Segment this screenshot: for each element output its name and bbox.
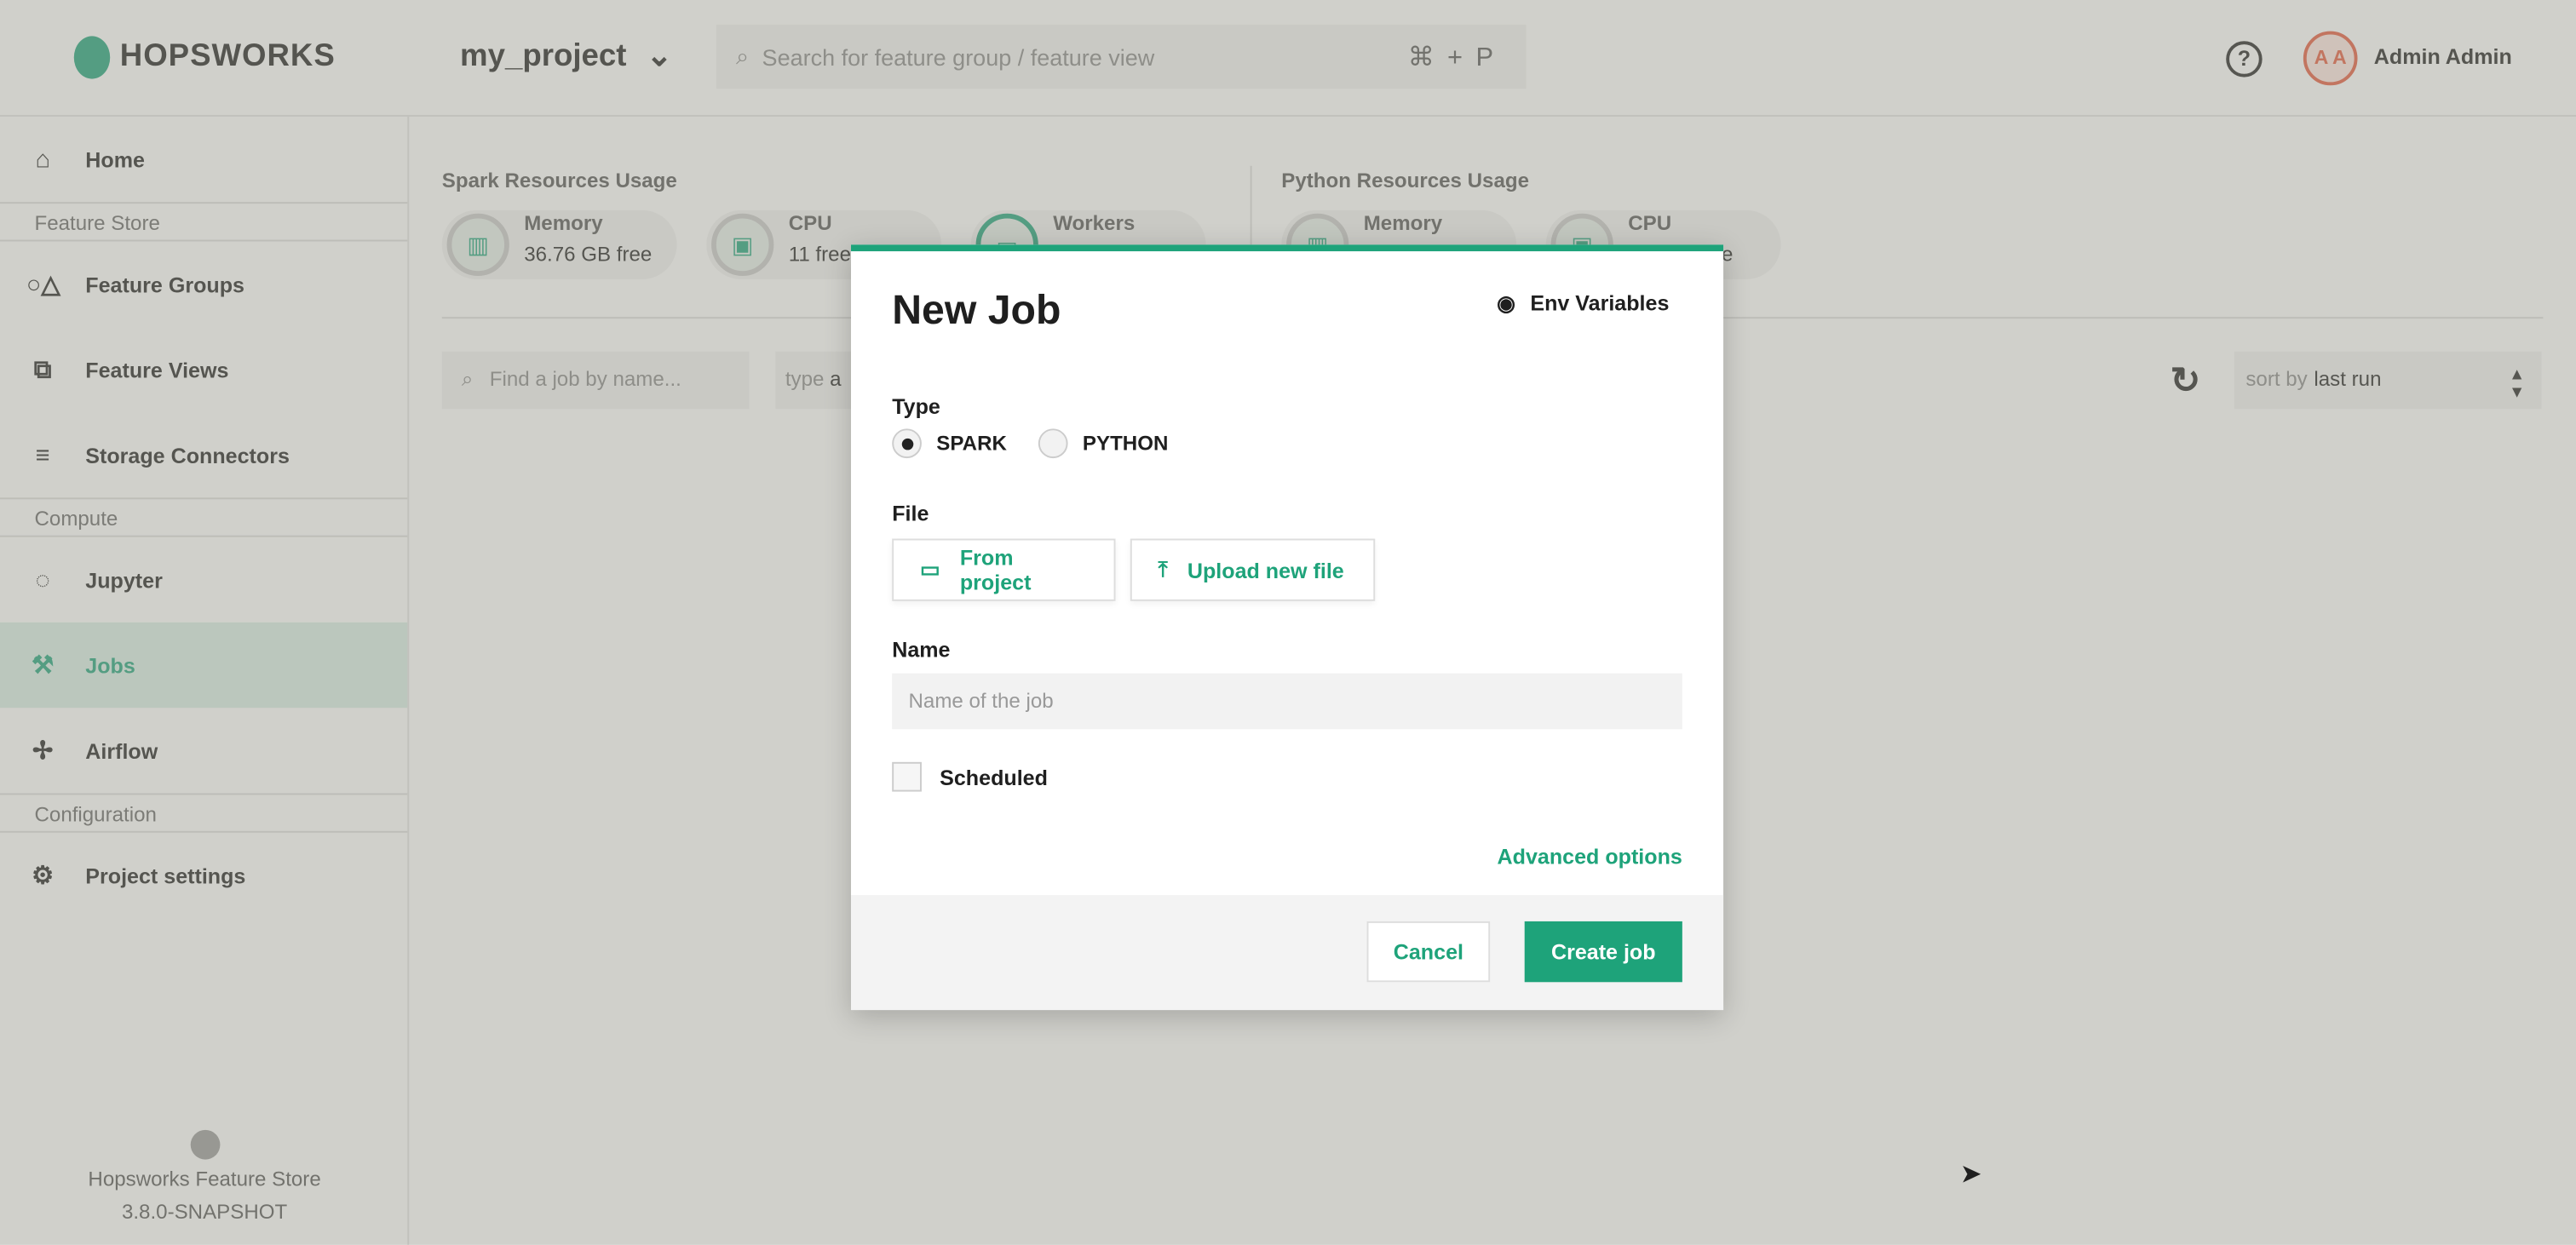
file-label: File (892, 501, 929, 526)
cancel-button[interactable]: Cancel (1366, 921, 1491, 983)
checkbox-label: Scheduled (940, 764, 1048, 789)
scheduled-checkbox[interactable]: Scheduled (892, 761, 1048, 792)
name-label: Name (892, 637, 951, 663)
upload-icon: ⤒ (1158, 556, 1168, 582)
mouse-cursor-icon: ➤ (1959, 1161, 1982, 1190)
folder-icon: ▭ (919, 556, 940, 582)
radio-checked-icon (892, 428, 922, 459)
upload-file-button[interactable]: ⤒ Upload new file (1130, 538, 1376, 601)
env-variables-button[interactable]: ◉ Env Variables (1497, 290, 1669, 317)
radio-label: PYTHON (1082, 432, 1169, 456)
job-name-input[interactable] (892, 673, 1682, 730)
dialog-title: New Job (892, 287, 1061, 334)
dialog-footer: Cancel Create job (850, 895, 1724, 1011)
radio-label: SPARK (936, 432, 1007, 456)
eye-icon: ◉ (1497, 290, 1515, 316)
button-label: Upload new file (1187, 557, 1344, 582)
button-label: From project (959, 545, 1032, 595)
from-project-button[interactable]: ▭ From project (892, 538, 1116, 601)
new-job-dialog: New Job ◉ Env Variables Type SPARK PYTHON… (850, 244, 1724, 1011)
env-variables-label: Env Variables (1530, 290, 1670, 316)
radio-unchecked-icon (1038, 428, 1068, 459)
checkbox-icon (892, 761, 922, 792)
advanced-options-link[interactable]: Advanced options (1498, 844, 1682, 869)
radio-python[interactable]: PYTHON (1038, 428, 1169, 459)
radio-spark[interactable]: SPARK (892, 428, 1007, 459)
create-job-button[interactable]: Create job (1524, 921, 1682, 983)
type-label: Type (892, 393, 940, 419)
